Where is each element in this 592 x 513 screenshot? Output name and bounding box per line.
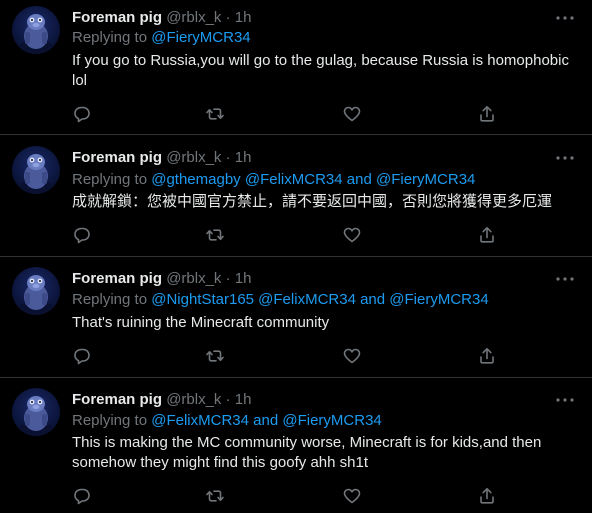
retweet-icon[interactable] (205, 104, 225, 124)
tweet-actions (72, 225, 502, 245)
heart-icon[interactable] (342, 225, 362, 245)
display-name[interactable]: Foreman pig (72, 391, 162, 408)
share-icon[interactable] (477, 104, 497, 124)
display-name[interactable]: Foreman pig (72, 270, 162, 287)
avatar[interactable] (12, 388, 60, 436)
more-horizontal-icon[interactable] (554, 272, 576, 286)
replying-to: Replying to @FelixMCR34 and @FieryMCR34 (72, 411, 382, 431)
reply-icon[interactable] (72, 346, 92, 366)
display-name[interactable]: Foreman pig (72, 9, 162, 26)
tweet-divider (0, 256, 592, 257)
tweet-header: Foreman pig @rblx_k · 1h (72, 391, 251, 409)
reply-icon[interactable] (72, 104, 92, 124)
replying-to: Replying to @gthemagby @FelixMCR34 and @… (72, 170, 475, 190)
separator-dot: · (225, 270, 231, 287)
avatar[interactable] (12, 6, 60, 54)
mention-connector: and (342, 171, 376, 188)
mention-link[interactable]: @FieryMCR34 (282, 412, 381, 429)
tweet-text: That's ruining the Minecraft community (72, 314, 330, 331)
mention-connector: and (355, 291, 390, 308)
tweet-text: 成就解鎖：您被中國官方禁止，請不要返回中國，否則您將獲得更多厄運 (72, 193, 553, 210)
tweet-actions (72, 486, 502, 506)
mention-link[interactable]: @FieryMCR34 (376, 171, 475, 188)
share-icon[interactable] (477, 346, 497, 366)
timestamp[interactable]: 1h (235, 391, 252, 408)
heart-icon[interactable] (342, 486, 362, 506)
mention-link[interactable]: @FelixMCR34 (245, 171, 343, 188)
share-icon[interactable] (477, 486, 497, 506)
tweet-header: Foreman pig @rblx_k · 1h (72, 9, 251, 27)
tweet-divider (0, 377, 592, 378)
share-icon[interactable] (477, 225, 497, 245)
timestamp[interactable]: 1h (235, 9, 252, 26)
tweet-text: This is making the MC community worse, M… (72, 434, 542, 471)
retweet-icon[interactable] (205, 486, 225, 506)
user-handle[interactable]: @rblx_k (166, 9, 221, 26)
mention-link[interactable]: @FieryMCR34 (389, 291, 488, 308)
retweet-icon[interactable] (205, 225, 225, 245)
user-handle[interactable]: @rblx_k (166, 391, 221, 408)
separator-dot: · (225, 9, 231, 26)
mention-link[interactable]: @gthemagby (151, 171, 240, 188)
mention-connector: and (248, 412, 283, 429)
replying-to-label: Replying to (72, 412, 148, 429)
replying-to: Replying to @FieryMCR34 (72, 28, 251, 48)
more-horizontal-icon[interactable] (554, 393, 576, 407)
timestamp[interactable]: 1h (235, 270, 252, 287)
replying-to-label: Replying to (72, 291, 148, 308)
mention-link[interactable]: @FelixMCR34 (258, 291, 356, 308)
reply-icon[interactable] (72, 225, 92, 245)
user-handle[interactable]: @rblx_k (166, 270, 221, 287)
replying-to: Replying to @NightStar165 @FelixMCR34 an… (72, 290, 489, 310)
mention-link[interactable]: @FelixMCR34 (151, 412, 249, 429)
user-handle[interactable]: @rblx_k (166, 149, 221, 166)
separator-dot: · (225, 391, 231, 408)
replying-to-label: Replying to (72, 171, 148, 188)
avatar[interactable] (12, 146, 60, 194)
tweet-header: Foreman pig @rblx_k · 1h (72, 149, 251, 167)
mention-link[interactable]: @FieryMCR34 (151, 29, 250, 46)
tweet-text: If you go to Russia,you will go to the g… (72, 52, 569, 89)
heart-icon[interactable] (342, 104, 362, 124)
heart-icon[interactable] (342, 346, 362, 366)
tweet-divider (0, 134, 592, 135)
replying-to-label: Replying to (72, 29, 148, 46)
more-horizontal-icon[interactable] (554, 151, 576, 165)
tweet-actions (72, 104, 502, 124)
timestamp[interactable]: 1h (235, 149, 252, 166)
retweet-icon[interactable] (205, 346, 225, 366)
more-horizontal-icon[interactable] (554, 11, 576, 25)
tweet-header: Foreman pig @rblx_k · 1h (72, 270, 251, 288)
avatar[interactable] (12, 267, 60, 315)
reply-icon[interactable] (72, 486, 92, 506)
separator-dot: · (225, 149, 231, 166)
tweet-actions (72, 346, 502, 366)
display-name[interactable]: Foreman pig (72, 149, 162, 166)
mention-link[interactable]: @NightStar165 (151, 291, 254, 308)
